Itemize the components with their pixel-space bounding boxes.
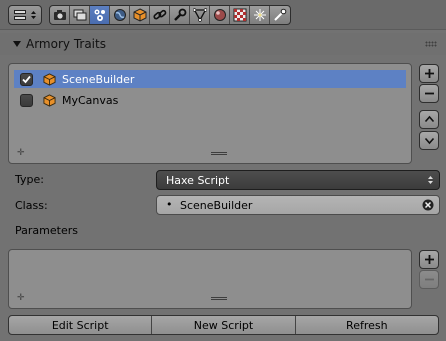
object-icon: [133, 8, 146, 22]
add-parameter-button[interactable]: [419, 250, 439, 269]
constraints-icon: [152, 9, 166, 20]
parameters-list[interactable]: ✛: [8, 249, 412, 309]
checkmark-icon: [22, 75, 31, 83]
remove-trait-button[interactable]: [419, 84, 439, 103]
list-resize-handle[interactable]: [211, 297, 227, 300]
add-trait-button[interactable]: [419, 64, 439, 83]
arrow-down-icon: [424, 137, 434, 145]
tab-material[interactable]: [210, 6, 230, 24]
arrow-up-icon: [424, 115, 434, 123]
type-select[interactable]: Haxe Script: [156, 170, 440, 190]
properties-context-tabs: [49, 5, 291, 25]
particles-icon: [253, 9, 266, 21]
properties-header: [0, 0, 446, 30]
tab-world[interactable]: [110, 6, 130, 24]
tab-object[interactable]: [130, 6, 150, 24]
list-item[interactable]: SceneBuilder: [14, 70, 406, 88]
class-search-field[interactable]: • SceneBuilder: [156, 195, 440, 215]
edit-script-button[interactable]: Edit Script: [9, 316, 153, 334]
parameters-label: Parameters: [15, 224, 78, 237]
tab-data[interactable]: [190, 6, 210, 24]
plus-icon: [424, 69, 434, 78]
trait-enabled-checkbox[interactable]: [20, 93, 33, 107]
trait-name: SceneBuilder: [62, 72, 135, 86]
clear-icon[interactable]: [422, 199, 434, 211]
new-script-button[interactable]: New Script: [152, 316, 296, 334]
traits-list[interactable]: SceneBuilder MyCanvas ✛: [8, 63, 412, 164]
class-label: Class:: [15, 199, 48, 212]
remove-parameter-button[interactable]: [419, 270, 439, 289]
tab-render-layers[interactable]: [70, 6, 90, 24]
editor-type-icon: [14, 10, 26, 20]
add-filter-icon[interactable]: ✛: [17, 293, 25, 303]
data-icon: [192, 8, 207, 22]
drag-handle-icon[interactable]: [425, 41, 437, 47]
tab-scene[interactable]: [90, 6, 110, 24]
tab-render[interactable]: [50, 6, 70, 24]
list-item[interactable]: MyCanvas: [14, 91, 406, 109]
object-icon: [43, 72, 56, 86]
chevron-updown-icon: [428, 176, 433, 184]
minus-icon: [424, 278, 434, 281]
tab-physics[interactable]: [270, 6, 290, 24]
minus-icon: [424, 92, 434, 95]
panel-title: Armory Traits: [26, 37, 106, 51]
editor-type-menu[interactable]: [8, 5, 42, 25]
tab-constraints[interactable]: [150, 6, 170, 24]
collapse-arrow-icon[interactable]: [13, 41, 21, 47]
trait-name: MyCanvas: [62, 93, 119, 107]
refresh-button[interactable]: Refresh: [296, 316, 438, 334]
move-up-button[interactable]: [419, 110, 439, 129]
world-icon: [113, 9, 126, 21]
class-value: SceneBuilder: [180, 199, 253, 212]
search-bullet-icon: •: [166, 198, 173, 211]
trait-enabled-checkbox[interactable]: [20, 72, 33, 86]
render-layers-icon: [73, 9, 86, 21]
panel-header-armory-traits[interactable]: Armory Traits: [0, 33, 446, 55]
texture-icon: [233, 8, 246, 22]
scene-icon: [94, 9, 105, 21]
tab-texture[interactable]: [230, 6, 250, 24]
move-down-button[interactable]: [419, 131, 439, 150]
type-select-value: Haxe Script: [166, 174, 230, 187]
modifiers-icon: [173, 8, 186, 21]
render-icon: [53, 10, 66, 20]
type-label: Type:: [15, 173, 44, 186]
tab-modifiers[interactable]: [170, 6, 190, 24]
chevron-updown-icon: [31, 11, 36, 19]
plus-icon: [424, 255, 434, 264]
object-icon: [43, 93, 56, 107]
material-icon: [213, 9, 226, 21]
add-filter-icon[interactable]: ✛: [17, 148, 25, 158]
list-resize-handle[interactable]: [211, 152, 227, 155]
physics-icon: [274, 8, 287, 21]
script-actions: Edit Script New Script Refresh: [8, 315, 439, 335]
tab-particles[interactable]: [250, 6, 270, 24]
